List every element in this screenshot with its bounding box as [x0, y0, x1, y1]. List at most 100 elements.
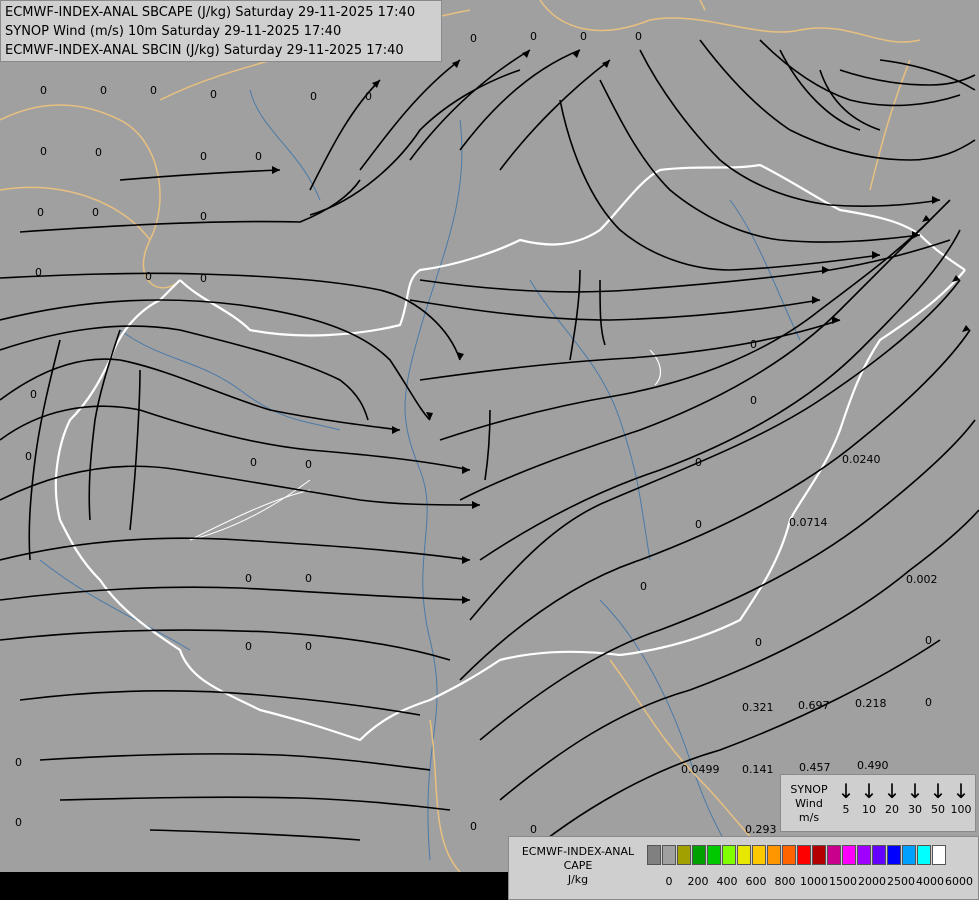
cape-value: 0 [530, 30, 537, 43]
cape-color-swatch [917, 845, 931, 865]
cape-color-swatch [872, 845, 886, 865]
arrow-down-icon: ↓ [860, 779, 878, 803]
cape-value: 0 [695, 456, 702, 469]
wind-legend-title-line2: Wind [795, 797, 823, 810]
cape-value: 0.141 [742, 763, 774, 776]
cape-value: 0 [245, 572, 252, 585]
cape-value: 0 [305, 640, 312, 653]
cape-value: 0 [365, 90, 372, 103]
cape-value: 0 [210, 88, 217, 101]
cape-color-swatch [737, 845, 751, 865]
wind-speed-label: 100 [950, 803, 972, 816]
wind-speed-label: 50 [931, 803, 945, 816]
cape-tick-labels: 0 200 400 600 800 1000 1500 2000 2500 4000 6000 [647, 875, 977, 891]
cape-value: 0 [200, 150, 207, 163]
title-line-cin: ECMWF-INDEX-ANAL SBCIN (J/kg) Saturday 2… [5, 43, 404, 58]
cape-value: 0 [37, 206, 44, 219]
cape-value: 0.490 [857, 759, 889, 772]
cape-value: 0 [30, 388, 37, 401]
cape-value: 0 [35, 266, 42, 279]
cape-value: 0.002 [906, 573, 938, 586]
cape-color-swatch [827, 845, 841, 865]
title-line-cape: ECMWF-INDEX-ANAL SBCAPE (J/kg) Saturday … [5, 5, 416, 20]
cape-value: 0 [245, 640, 252, 653]
cape-color-swatch [857, 845, 871, 865]
cape-tick-label: 2000 [858, 875, 886, 888]
cape-value: 0 [750, 394, 757, 407]
cape-tick-label: 2500 [887, 875, 915, 888]
wind-legend-item: ↓ 100 [950, 779, 972, 817]
wind-legend-item: ↓ 30 [904, 779, 926, 817]
arrow-down-icon: ↓ [837, 779, 855, 803]
cape-color-swatch [662, 845, 676, 865]
wind-legend-item: ↓ 20 [881, 779, 903, 817]
wind-speed-label: 10 [862, 803, 876, 816]
cape-color-swatch [812, 845, 826, 865]
cape-tick-label: 200 [687, 875, 709, 888]
cape-value: 0 [15, 756, 22, 769]
cape-value: 0 [15, 816, 22, 829]
wind-legend-item: ↓ 50 [927, 779, 949, 817]
arrow-down-icon: ↓ [883, 779, 901, 803]
cape-color-swatch [722, 845, 736, 865]
cape-value: 0 [925, 696, 932, 709]
cape-tick-label: 6000 [945, 875, 973, 888]
cape-value: 0.293 [745, 823, 777, 836]
cape-value: 0.218 [855, 697, 887, 710]
wind-legend-item: ↓ 5 [835, 779, 857, 817]
cape-value: 0 [310, 90, 317, 103]
cape-value: 0 [305, 458, 312, 471]
cape-value: 0.321 [742, 701, 774, 714]
cape-color-swatch [707, 845, 721, 865]
map-viewport[interactable]: 0 0 0 0 0 0 0 0 0 0 0 0 0 0 0 0 0 0 0 0 … [0, 0, 979, 900]
cape-tick-label: 400 [716, 875, 738, 888]
cape-color-swatch [782, 845, 796, 865]
cape-value: 0.457 [799, 761, 831, 774]
arrow-down-icon: ↓ [952, 779, 970, 803]
cape-tick-label: 0 [665, 875, 673, 888]
cape-legend: ECMWF-INDEX-ANAL CAPE J/kg 0 200 400 600 800… [508, 836, 979, 900]
cape-value: 0 [640, 580, 647, 593]
wind-legend-title: SYNOP Wind m/s [787, 783, 831, 825]
cape-value: 0.697 [798, 699, 830, 712]
cape-value: 0 [200, 272, 207, 285]
wind-legend-item: ↓ 10 [858, 779, 880, 817]
cape-value: 0 [92, 206, 99, 219]
cape-value: 0 [40, 145, 47, 158]
title-line-wind: SYNOP Wind (m/s) 10m Saturday 29-11-2025… [5, 24, 342, 39]
cape-tick-label: 1500 [829, 875, 857, 888]
cape-tick-label: 800 [774, 875, 796, 888]
cape-value: 0 [530, 823, 537, 836]
cape-color-swatch [887, 845, 901, 865]
arrow-down-icon: ↓ [929, 779, 947, 803]
wind-legend-title-line3: m/s [798, 811, 820, 824]
cape-value: 0 [40, 84, 47, 97]
cape-value: 0 [145, 270, 152, 283]
cape-color-swatch [767, 845, 781, 865]
cape-value: 0 [750, 338, 757, 351]
cape-legend-title-line3: J/kg [567, 873, 589, 886]
cape-legend-title-line2: CAPE [563, 859, 593, 872]
wind-legend: SYNOP Wind m/s ↓ 5 ↓ 10 ↓ 20 ↓ 30 ↓ 50 ↓ 100 [780, 774, 976, 832]
wind-speed-label: 30 [908, 803, 922, 816]
cape-value: 0 [95, 146, 102, 159]
map-title-box: ECMWF-INDEX-ANAL SBCAPE (J/kg) Saturday … [0, 0, 442, 62]
cape-color-swatch [752, 845, 766, 865]
cape-tick-label: 600 [745, 875, 767, 888]
cape-value: 0 [925, 634, 932, 647]
cape-legend-title-line1: ECMWF-INDEX-ANAL [521, 845, 635, 858]
cape-value: 0 [100, 84, 107, 97]
cape-color-swatch [797, 845, 811, 865]
cape-value: 0 [695, 518, 702, 531]
weather-map[interactable]: 0 0 0 0 0 0 0 0 0 0 0 0 0 0 0 0 0 0 0 0 … [0, 0, 979, 872]
cape-value: 0 [470, 820, 477, 833]
cape-color-swatch [692, 845, 706, 865]
cape-value: 0 [470, 32, 477, 45]
cape-tick-label: 1000 [800, 875, 828, 888]
cape-value: 0 [250, 456, 257, 469]
cape-value: 0 [25, 450, 32, 463]
cape-value: 0 [150, 84, 157, 97]
cape-value: 0 [580, 30, 587, 43]
cape-value: 0.0714 [789, 516, 828, 529]
cape-color-swatch [647, 845, 661, 865]
